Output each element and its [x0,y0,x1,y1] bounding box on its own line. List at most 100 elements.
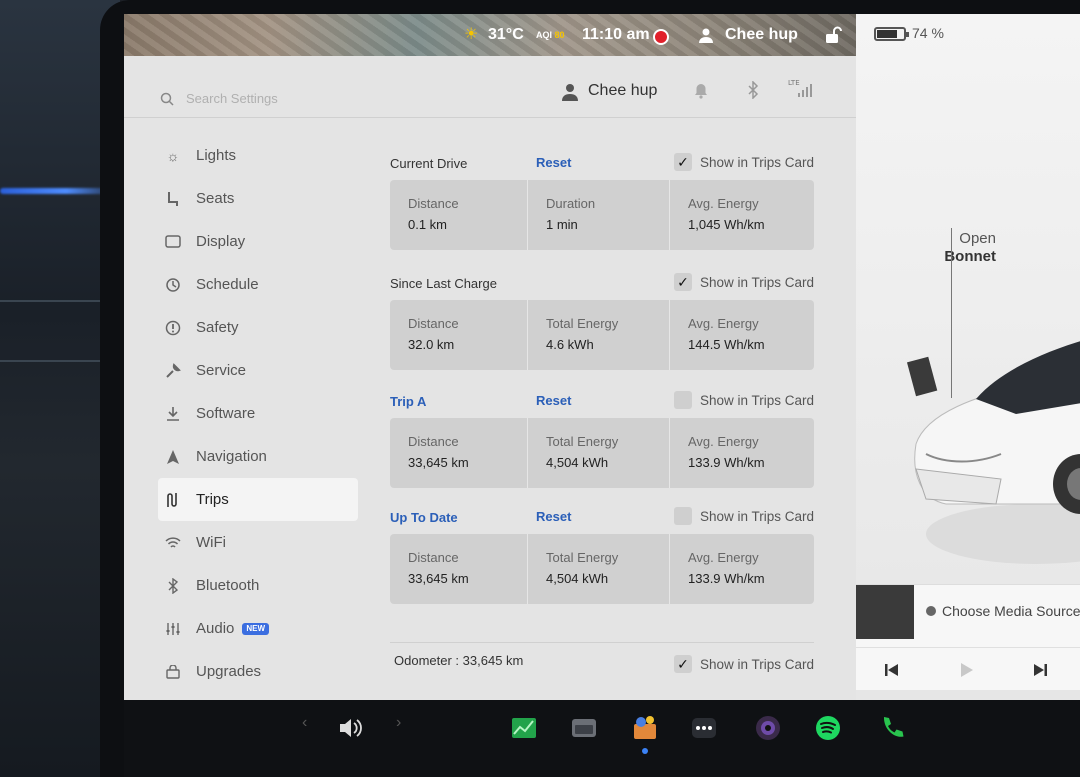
wrench-icon [164,362,182,380]
phone-icon[interactable] [878,714,906,742]
profile-icon[interactable] [698,27,714,43]
show-label: Show in Trips Card [699,508,814,524]
seat-icon [164,190,182,208]
since-last-charge-show-checkbox[interactable]: ✓ Show in Trips Card [673,273,814,291]
choose-media-source[interactable]: Choose Media Source [942,603,1080,619]
sidebar-item-trips[interactable]: Trips [158,478,358,521]
dash-trim [0,300,110,302]
vehicle-panel: 74 % Open Bonnet Choose Media Source [856,14,1080,700]
show-label: Show in Trips Card [699,392,814,408]
chevron-right-icon[interactable]: › [396,714,401,732]
bluetooth-icon[interactable] [746,81,760,99]
sidebar-item-label: Bluetooth [196,577,260,594]
sidebar-item-schedule[interactable]: Schedule [158,263,358,306]
camera-icon[interactable] [754,714,782,742]
up-to-date-title: Up To Date [390,510,458,525]
battery-percentage: 74 % [912,25,944,41]
trips-icon [164,491,182,509]
chevron-left-icon[interactable]: ‹ [302,714,307,732]
wifi-icon [164,534,182,552]
stat-avg-energy: Avg. Energy 133.9 Wh/km [688,550,765,586]
trip-a-section: Trip A Reset Show in Trips Card Distance… [390,390,814,488]
sidebar-item-label: Upgrades [196,663,262,680]
clock: 11:10 am [582,26,650,43]
trip-a-show-checkbox[interactable]: Show in Trips Card [673,391,814,409]
ambient-light-strip [0,188,110,194]
sidebar-item-wifi[interactable]: WiFi [158,521,358,564]
up-to-date-show-checkbox[interactable]: Show in Trips Card [673,507,814,525]
sidebar-item-label: Safety [196,319,239,336]
sidebar-item-display[interactable]: Display [158,220,358,263]
album-art [856,585,914,639]
odometer-readout: Odometer : 33,645 km [394,653,524,668]
sidebar-item-software[interactable]: Software [158,392,358,435]
alert-icon [164,319,182,337]
stat-duration: Duration 1 min [528,180,670,250]
sidebar-item-navigation[interactable]: Navigation [158,435,358,478]
trip-a-reset-button[interactable]: Reset [536,393,571,408]
unlock-icon[interactable] [824,26,842,44]
outside-temperature: 31°C [488,26,524,43]
more-apps-icon[interactable] [690,714,718,742]
sidebar-item-label: Display [196,233,246,250]
glovebox-icon[interactable] [570,714,598,742]
since-last-charge-stats: Distance 32.0 km Total Energy 4.6 kWh Av… [390,300,814,370]
current-drive-stats: Distance 0.1 km Duration 1 min Avg. Ener… [390,180,814,250]
bluetooth-icon [164,577,182,595]
stat-total-energy: Total Energy 4,504 kWh [528,534,670,604]
spotify-icon[interactable] [814,714,842,742]
stat-total-energy: Total Energy 4.6 kWh [528,300,670,370]
dashcam-record-icon[interactable] [653,29,669,45]
current-drive-reset-button[interactable]: Reset [536,155,571,170]
up-to-date-reset-button[interactable]: Reset [536,509,571,524]
media-player: Choose Media Source [856,584,1080,690]
show-label: Show in Trips Card [699,154,814,170]
odometer-show-checkbox[interactable]: ✓ Show in Trips Card [673,655,814,673]
sidebar-item-bluetooth[interactable]: Bluetooth [158,564,358,607]
sidebar-item-upgrades[interactable]: Upgrades [158,650,358,693]
equalizer-icon [164,620,182,638]
sidebar-item-label: Navigation [196,448,267,465]
volume-icon[interactable] [336,714,364,742]
checkmark-icon: ✓ [673,153,692,171]
checkmark-icon: ✓ [673,273,692,291]
previous-track-icon[interactable] [882,660,902,680]
touchscreen: ☀ 31°C AQI 80 11:10 am Chee hup Chee hup [124,14,1080,700]
open-bonnet-button[interactable]: Open Bonnet [896,230,996,266]
energy-app-icon[interactable] [510,714,538,742]
sidebar-item-seats[interactable]: Seats [158,177,358,220]
checkmark-icon: ✓ [673,655,692,673]
driver-profile-name[interactable]: Chee hup [588,82,657,100]
sidebar-item-label: Schedule [196,276,259,293]
display-icon [164,233,182,251]
play-icon[interactable] [956,660,976,680]
since-last-charge-section: Since Last Charge ✓ Show in Trips Card D… [390,272,814,370]
sidebar-item-audio[interactable]: Audio NEW [158,607,358,650]
settings-sidebar: ☼ Lights Seats Display Schedule Safety S… [158,134,358,693]
sun-icon: ☼ [166,147,180,164]
sidebar-item-safety[interactable]: Safety [158,306,358,349]
up-to-date-stats: Distance 33,645 km Total Energy 4,504 kW… [390,534,814,604]
aqi-indicator: AQI 80 [536,30,565,40]
bell-icon[interactable] [694,83,708,99]
sidebar-item-service[interactable]: Service [158,349,358,392]
show-label: Show in Trips Card [699,274,814,290]
next-track-icon[interactable] [1030,660,1050,680]
search-input[interactable] [186,86,406,110]
checkbox-empty [673,391,692,409]
sidebar-item-label: Seats [196,190,235,207]
sidebar-item-label: Software [196,405,256,422]
navigation-icon [164,448,182,466]
trip-a-title: Trip A [390,394,427,409]
stat-avg-energy: Avg. Energy 144.5 Wh/km [688,316,765,352]
current-drive-show-checkbox[interactable]: ✓ Show in Trips Card [673,153,814,171]
current-drive-title: Current Drive [390,156,468,171]
stat-avg-energy: Avg. Energy 133.9 Wh/km [688,434,765,470]
settings-header: Chee hup LTE [124,56,856,118]
lte-signal-icon: LTE [788,79,812,97]
profile-name[interactable]: Chee hup [725,26,798,44]
sidebar-item-lights[interactable]: ☼ Lights [158,134,358,177]
battery-icon [874,27,909,41]
new-badge: NEW [242,622,270,635]
toybox-icon[interactable] [631,714,659,742]
